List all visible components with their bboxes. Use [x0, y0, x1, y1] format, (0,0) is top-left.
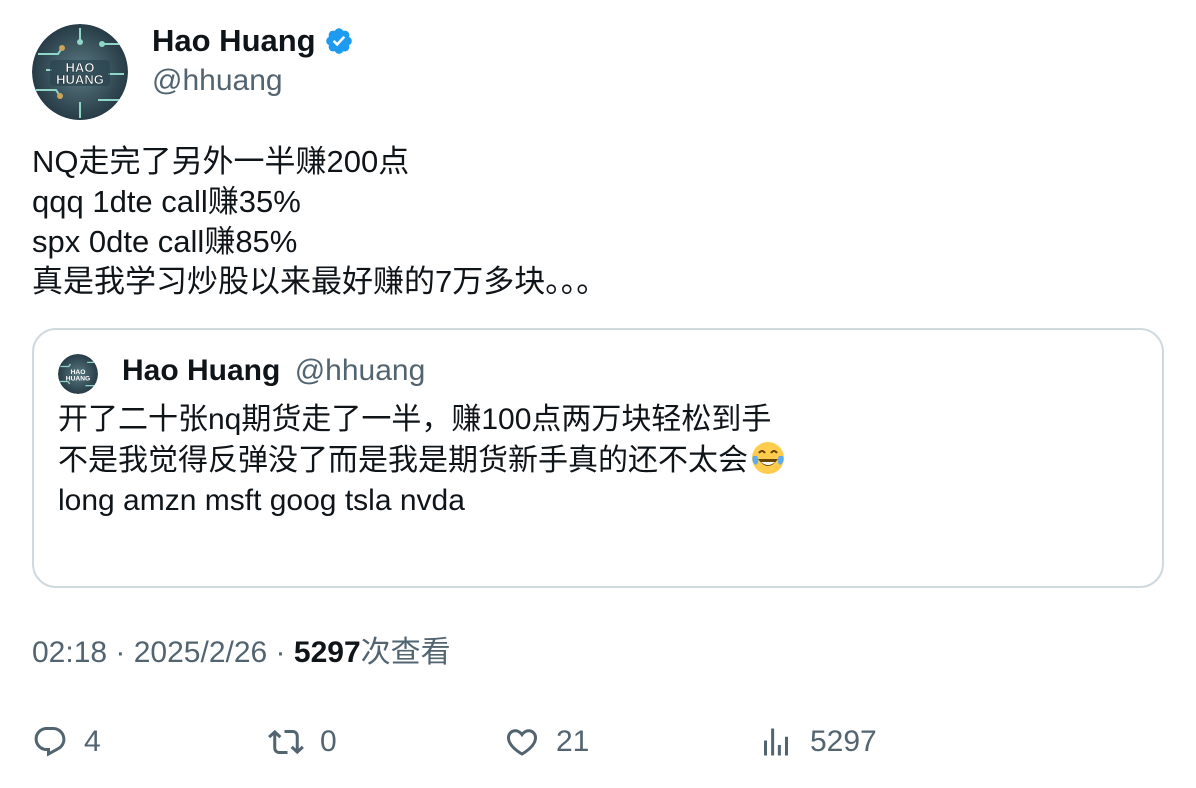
quote-header: Hao Huang @hhuang [122, 352, 425, 390]
avatar[interactable]: HAO HUANG [32, 24, 128, 120]
quoted-tweet[interactable]: HAO HUANG Hao Huang @hhuang 开了二十张nq期货走了一… [32, 328, 1164, 588]
like-count: 21 [556, 725, 590, 758]
quote-text: 开了二十张nq期货走了一半，赚100点两万块轻松到手 不是我觉得反弹没了而是我是… [58, 400, 1138, 521]
retweet-icon [268, 729, 304, 755]
svg-text:HUANG: HUANG [56, 72, 104, 87]
reply-icon [34, 727, 66, 757]
tweet: HAO HUANG Hao Huang @hhuang NQ走完了另外一半赚20… [0, 0, 1196, 788]
tweet-text: NQ走完了另外一半赚200点 qqq 1dte call赚35% spx 0dt… [32, 142, 1162, 302]
meta-separator: · [107, 636, 134, 669]
svg-text:HAO: HAO [71, 369, 86, 376]
quote-line-text: 不是我觉得反弹没了而是我是期货新手真的还不太会 [58, 444, 748, 477]
author-name-text[interactable]: Hao Huang [152, 22, 316, 60]
author-handle[interactable]: @hhuang [152, 62, 283, 100]
tweet-date[interactable]: 2025/2/26 [134, 636, 267, 669]
tweet-time[interactable]: 02:18 [32, 636, 107, 669]
quote-line: long amzn msft goog tsla nvda [58, 484, 465, 517]
views-suffix: 次查看 [360, 636, 451, 669]
tweet-line: qqq 1dte call赚35% [32, 184, 301, 219]
reply-count: 4 [84, 725, 101, 758]
retweet-button[interactable]: 0 [268, 722, 337, 762]
avatar-image: HAO HUANG [32, 24, 128, 120]
quote-author-name: Hao Huang [122, 354, 281, 387]
views-count: 5297 [293, 636, 361, 669]
retweet-count: 0 [320, 725, 337, 758]
quote-author-handle: @hhuang [294, 354, 426, 387]
tweet-line: spx 0dte call赚85% [32, 224, 298, 259]
tweet-line: 真是我学习炒股以来最好赚的7万多块。。。 [32, 264, 608, 299]
quote-line: 开了二十张nq期货走了一半，赚100点两万块轻松到手 [58, 403, 772, 436]
svg-text:HUANG: HUANG [66, 376, 90, 383]
reply-button[interactable]: 4 [32, 722, 101, 762]
views-button[interactable]: 5297 [758, 722, 877, 762]
quote-avatar-image: HAO HUANG [58, 354, 98, 394]
quote-line: 不是我觉得反弹没了而是我是期货新手真的还不太会 [58, 440, 1138, 481]
meta-separator: · [267, 636, 294, 669]
tweet-line: NQ走完了另外一半赚200点 [32, 144, 410, 179]
analytics-icon [764, 728, 788, 756]
quote-avatar: HAO HUANG [58, 354, 98, 394]
author-name[interactable]: Hao Huang [152, 22, 354, 60]
like-button[interactable]: 21 [504, 722, 589, 762]
tweet-meta: 02:18 · 2025/2/26 · 5297次查看 [32, 634, 451, 672]
verified-badge-icon [325, 28, 352, 54]
face-with-tears-of-joy-icon [752, 442, 784, 474]
views-action-count: 5297 [810, 725, 877, 758]
heart-icon [506, 729, 538, 756]
